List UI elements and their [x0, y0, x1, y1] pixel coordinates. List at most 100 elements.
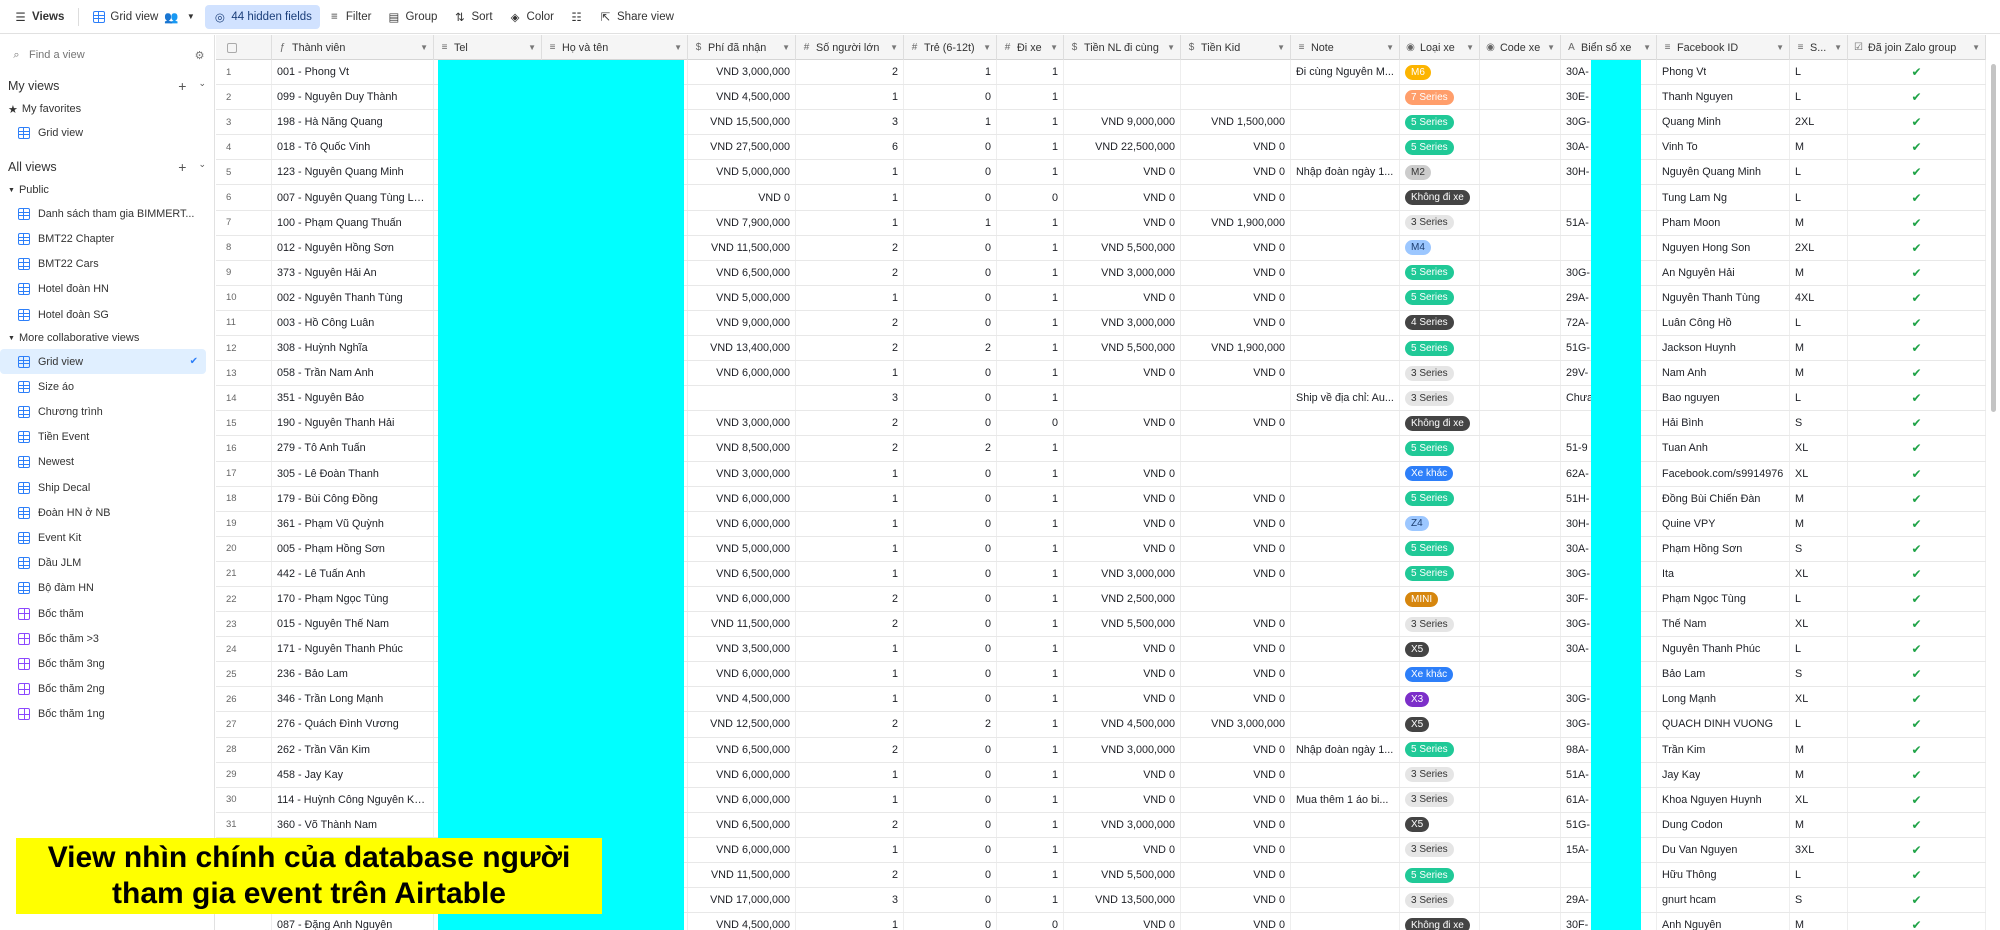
- cell-kidfee[interactable]: VND 1,500,000: [1181, 110, 1291, 135]
- cell-cartype[interactable]: MINI: [1400, 586, 1480, 612]
- cell-kids[interactable]: 0: [904, 235, 997, 260]
- cell-car[interactable]: 0: [997, 185, 1064, 210]
- cell-note[interactable]: [1291, 235, 1400, 260]
- cell-fb[interactable]: Nguyễn Thanh Phúc: [1657, 637, 1790, 662]
- cell-kidfee[interactable]: VND 0: [1181, 762, 1291, 787]
- cell-adultfee[interactable]: VND 9,000,000: [1064, 110, 1181, 135]
- cell-member[interactable]: 198 - Hà Năng Quang: [272, 110, 434, 135]
- group-button[interactable]: ▤ Group: [379, 5, 445, 29]
- cell-kids[interactable]: 0: [904, 637, 997, 662]
- cell-car[interactable]: 1: [997, 787, 1064, 812]
- cell-fb[interactable]: Phạm Ngọc Tùng: [1657, 586, 1790, 612]
- cell-adultfee[interactable]: VND 0: [1064, 185, 1181, 210]
- cell-note[interactable]: Mua thêm 1 áo bi...: [1291, 787, 1400, 812]
- cell-adults[interactable]: 6: [796, 135, 904, 160]
- cell-fb[interactable]: Khoa Nguyen Huynh: [1657, 787, 1790, 812]
- share-view-button[interactable]: ⇱ Share view: [591, 5, 682, 29]
- sidebar-view-item[interactable]: Event Kit: [0, 525, 206, 550]
- cell-size[interactable]: XL: [1790, 612, 1848, 637]
- cell-member[interactable]: 114 - Huỳnh Công Nguyên Khoa: [272, 787, 434, 812]
- cell-cartype[interactable]: 5 Series: [1400, 135, 1480, 160]
- cell-note[interactable]: [1291, 260, 1400, 285]
- cell-adults[interactable]: 2: [796, 586, 904, 612]
- cell-kids[interactable]: 0: [904, 687, 997, 712]
- cell-zalo[interactable]: ✔: [1848, 436, 1986, 461]
- cell-size[interactable]: 4XL: [1790, 285, 1848, 310]
- cell-kids[interactable]: 0: [904, 310, 997, 336]
- cell-size[interactable]: L: [1790, 310, 1848, 336]
- cell-fee[interactable]: VND 11,500,000: [688, 612, 796, 637]
- cell-adults[interactable]: 2: [796, 737, 904, 762]
- cell-note[interactable]: Nhập đoàn ngày 1...: [1291, 160, 1400, 185]
- cell-fb[interactable]: QUACH DINH VUONG: [1657, 712, 1790, 737]
- cell-member[interactable]: 308 - Huỳnh Nghĩa: [272, 336, 434, 361]
- cell-zalo[interactable]: ✔: [1848, 536, 1986, 561]
- column-header-chk[interactable]: [216, 35, 272, 60]
- cell-kids[interactable]: 0: [904, 662, 997, 687]
- cell-fb[interactable]: Jackson Huynh: [1657, 336, 1790, 361]
- cell-kids[interactable]: 0: [904, 511, 997, 536]
- cell-zalo[interactable]: ✔: [1848, 662, 1986, 687]
- cell-cartype[interactable]: 3 Series: [1400, 888, 1480, 913]
- cell-car[interactable]: 1: [997, 888, 1064, 913]
- column-header-note[interactable]: ≡ Note ▼: [1291, 35, 1400, 60]
- cell-kids[interactable]: 1: [904, 210, 997, 235]
- cell-kidfee[interactable]: VND 0: [1181, 561, 1291, 586]
- cell-cartype[interactable]: M2: [1400, 160, 1480, 185]
- cell-note[interactable]: [1291, 837, 1400, 862]
- cell-code[interactable]: [1480, 762, 1561, 787]
- cell-note[interactable]: [1291, 888, 1400, 913]
- cell-zalo[interactable]: ✔: [1848, 913, 1986, 930]
- cell-note[interactable]: [1291, 85, 1400, 110]
- cell-fee[interactable]: VND 11,500,000: [688, 863, 796, 888]
- column-header-adultfee[interactable]: $ Tiền NL đi cùng ▼: [1064, 35, 1181, 60]
- cell-adultfee[interactable]: [1064, 85, 1181, 110]
- cell-fb[interactable]: Thế Nam: [1657, 612, 1790, 637]
- cell-zalo[interactable]: ✔: [1848, 135, 1986, 160]
- cell-cartype[interactable]: 3 Series: [1400, 210, 1480, 235]
- cell-fee[interactable]: VND 3,500,000: [688, 637, 796, 662]
- my-favorites-heading[interactable]: ★ My favorites: [0, 98, 214, 120]
- cell-fb[interactable]: Bao nguyen: [1657, 386, 1790, 411]
- cell-zalo[interactable]: ✔: [1848, 737, 1986, 762]
- cell-adultfee[interactable]: VND 2,500,000: [1064, 586, 1181, 612]
- cell-adults[interactable]: 2: [796, 712, 904, 737]
- cell-member[interactable]: 190 - Nguyễn Thanh Hải: [272, 411, 434, 436]
- chevron-down-icon[interactable]: ▼: [1050, 43, 1058, 52]
- cell-member[interactable]: 100 - Phạm Quang Thuấn: [272, 210, 434, 235]
- cell-member[interactable]: 087 - Đặng Anh Nguyên: [272, 913, 434, 930]
- cell-cartype[interactable]: M6: [1400, 60, 1480, 85]
- cell-adults[interactable]: 1: [796, 536, 904, 561]
- select-all-checkbox[interactable]: [227, 42, 237, 53]
- cell-adults[interactable]: 2: [796, 863, 904, 888]
- cell-kidfee[interactable]: VND 0: [1181, 235, 1291, 260]
- cell-kidfee[interactable]: VND 0: [1181, 863, 1291, 888]
- cell-kidfee[interactable]: VND 0: [1181, 310, 1291, 336]
- cell-fb[interactable]: Phong Vt: [1657, 60, 1790, 85]
- cell-member[interactable]: 442 - Lê Tuấn Anh: [272, 561, 434, 586]
- cell-fb[interactable]: Trần Kim: [1657, 737, 1790, 762]
- cell-adults[interactable]: 1: [796, 687, 904, 712]
- cell-cartype[interactable]: 4 Series: [1400, 310, 1480, 336]
- cell-adults[interactable]: 1: [796, 787, 904, 812]
- cell-kidfee[interactable]: VND 0: [1181, 260, 1291, 285]
- cell-car[interactable]: 1: [997, 386, 1064, 411]
- cell-car[interactable]: 1: [997, 135, 1064, 160]
- cell-cartype[interactable]: 5 Series: [1400, 737, 1480, 762]
- cell-code[interactable]: [1480, 436, 1561, 461]
- cell-code[interactable]: [1480, 110, 1561, 135]
- cell-code[interactable]: [1480, 586, 1561, 612]
- cell-adults[interactable]: 1: [796, 461, 904, 486]
- cell-adults[interactable]: 2: [796, 411, 904, 436]
- cell-cartype[interactable]: 3 Series: [1400, 787, 1480, 812]
- cell-code[interactable]: [1480, 687, 1561, 712]
- cell-fee[interactable]: VND 6,000,000: [688, 486, 796, 511]
- cell-adults[interactable]: 1: [796, 511, 904, 536]
- cell-zalo[interactable]: ✔: [1848, 486, 1986, 511]
- cell-car[interactable]: 1: [997, 336, 1064, 361]
- cell-kidfee[interactable]: [1181, 436, 1291, 461]
- cell-zalo[interactable]: ✔: [1848, 612, 1986, 637]
- sidebar-view-item[interactable]: Hotel đoàn HN: [0, 277, 206, 302]
- cell-fb[interactable]: gnurt hcam: [1657, 888, 1790, 913]
- cell-adults[interactable]: 1: [796, 913, 904, 930]
